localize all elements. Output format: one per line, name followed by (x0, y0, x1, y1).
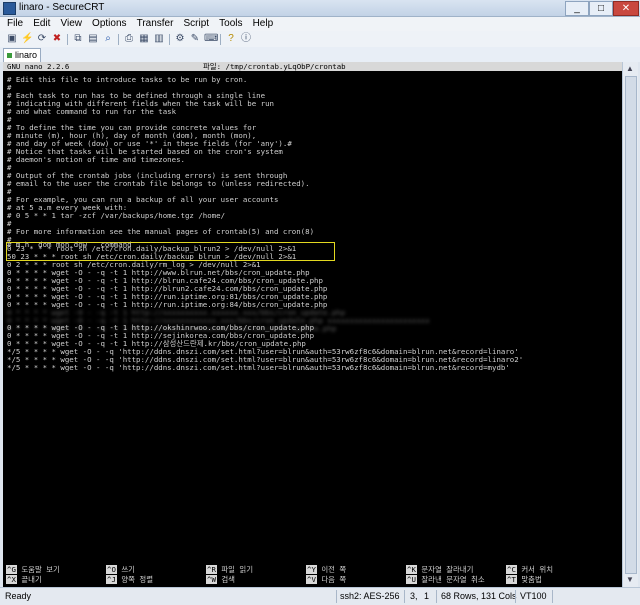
connected-status-icon (7, 53, 12, 59)
shortcut-cut-text[interactable]: ^K 문자열 잘라내기 (406, 565, 473, 574)
about-icon[interactable]: ⓘ (240, 33, 252, 45)
menu-tools[interactable]: Tools (219, 17, 242, 31)
terminal-line: # and what command to run for the task (7, 107, 177, 116)
shortcut-where-is[interactable]: ^W 검색 (206, 575, 235, 584)
terminal-line: # For more information see the manual pa… (7, 227, 315, 236)
terminal-area[interactable]: GNU nano 2.2.6 파일: /tmp/crontab.yLqObP/c… (3, 62, 622, 587)
quick-connect-icon[interactable]: ⚡ (21, 33, 33, 45)
session-tab-bar: linaro (0, 47, 640, 62)
global-options-icon[interactable]: ✎ (189, 33, 201, 45)
shortcut-spell[interactable]: ^T 맞춤법 (506, 575, 542, 584)
keymap-icon[interactable]: ⌨ (204, 33, 218, 45)
find-icon[interactable]: ⌕ (102, 33, 114, 45)
terminal-line: # Edit this file to introduce tasks to b… (7, 75, 248, 84)
status-ready: Ready (5, 591, 32, 601)
close-button[interactable]: ✕ (613, 1, 639, 16)
nano-shortcut-bar: ^G 도움말 보기 ^O 쓰기 ^R 파일 읽기 ^Y 이전 쪽 ^K 문자열 … (6, 565, 620, 585)
status-bar: Ready ssh2: AES-256 3, 1 68 Rows, 131 Co… (0, 587, 640, 605)
help-icon[interactable]: ? (225, 33, 237, 45)
shortcut-write[interactable]: ^O 쓰기 (106, 565, 135, 574)
status-row: 3, (410, 591, 418, 601)
nano-title-bar: GNU nano 2.2.6 파일: /tmp/crontab.yLqObP/c… (3, 62, 622, 71)
scroll-thumb[interactable] (625, 76, 637, 574)
shortcut-next-page[interactable]: ^V 다음 쪽 (306, 575, 346, 584)
session-options-icon[interactable]: ⚙ (174, 33, 186, 45)
shortcut-read-file[interactable]: ^R 파일 읽기 (206, 565, 253, 574)
status-size: 68 Rows, 131 Cols (441, 591, 517, 601)
shortcut-prev-page[interactable]: ^Y 이전 쪽 (306, 565, 346, 574)
app-icon (3, 2, 16, 15)
terminal-line: # email to the user the crontab file bel… (7, 179, 310, 188)
shortcut-cursor-pos[interactable]: ^C 커서 위치 (506, 565, 553, 574)
vertical-scrollbar[interactable]: ▲ ▼ (622, 62, 638, 587)
print-setup-icon[interactable]: ▦ (138, 33, 150, 45)
scroll-up-icon[interactable]: ▲ (625, 64, 635, 74)
reconnect-icon[interactable]: ⟳ (36, 33, 48, 45)
scroll-down-icon[interactable]: ▼ (625, 575, 635, 585)
menu-file[interactable]: File (7, 17, 23, 31)
menu-edit[interactable]: Edit (33, 17, 50, 31)
minimize-button[interactable]: _ (565, 1, 589, 16)
terminal-line: */5 * * * * wget -O - -q 'http://ddns.dn… (7, 363, 510, 372)
terminal-line: # daemon's notion of time and timezones. (7, 155, 185, 164)
tab-linaro[interactable]: linaro (3, 48, 41, 62)
nano-file-path: 파일: /tmp/crontab.yLqObP/crontab (203, 62, 346, 71)
status-col: 1 (424, 591, 430, 601)
menu-help[interactable]: Help (253, 17, 274, 31)
title-bar: linaro - SecureCRT _ □ ✕ (0, 0, 640, 17)
nano-version: GNU nano 2.2.6 (7, 62, 70, 71)
log-icon[interactable]: ▥ (153, 33, 165, 45)
shortcut-uncut-text[interactable]: ^U 잘라낸 문자열 취소 (406, 575, 485, 584)
menu-options[interactable]: Options (92, 17, 126, 31)
menu-script[interactable]: Script (184, 17, 210, 31)
print-icon[interactable]: ⎙ (123, 33, 135, 45)
tab-label: linaro (15, 50, 38, 60)
menu-bar: File Edit View Options Transfer Script T… (0, 17, 640, 31)
maximize-button[interactable]: □ (589, 1, 613, 16)
menu-transfer[interactable]: Transfer (137, 17, 174, 31)
shortcut-justify[interactable]: ^J 양쪽 정렬 (106, 575, 153, 584)
highlight-box (6, 242, 335, 261)
status-cipher: ssh2: AES-256 (340, 591, 400, 601)
terminal-line: # 0 5 * * 1 tar -zcf /var/backups/home.t… (7, 211, 226, 220)
status-terminal-type: VT100 (520, 591, 547, 601)
securecrt-window: linaro - SecureCRT _ □ ✕ File Edit View … (0, 0, 640, 605)
window-title: linaro - SecureCRT (19, 2, 105, 13)
connect-icon[interactable]: ▣ (6, 33, 18, 45)
shortcut-help[interactable]: ^G 도움말 보기 (6, 565, 60, 574)
menu-view[interactable]: View (60, 17, 82, 31)
copy-icon[interactable]: ⧉ (72, 33, 84, 45)
toolbar: ▣ ⚡ ⟳ ✖ ⧉ ▤ ⌕ ⎙ ▦ ▥ ⚙ ✎ ⌨ ? ⓘ (0, 31, 640, 48)
disconnect-icon[interactable]: ✖ (51, 33, 63, 45)
shortcut-exit[interactable]: ^X 끝내기 (6, 575, 42, 584)
paste-icon[interactable]: ▤ (87, 33, 99, 45)
